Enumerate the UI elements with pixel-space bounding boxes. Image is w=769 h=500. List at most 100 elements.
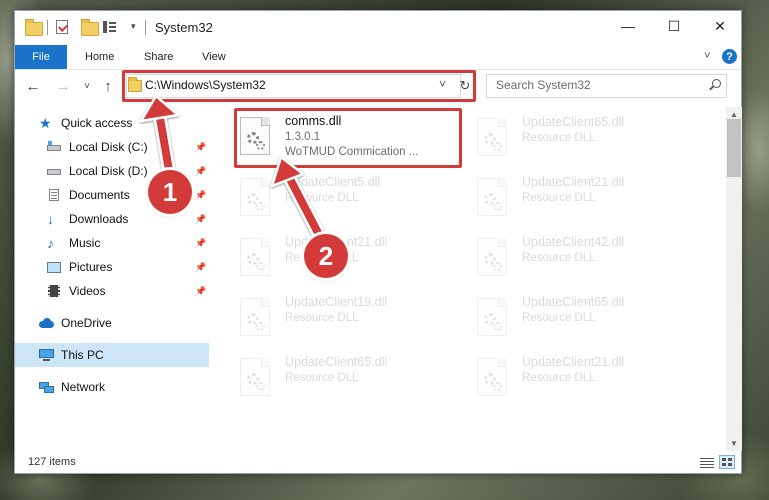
new-folder-icon[interactable] [81, 19, 99, 36]
toolbar-divider [47, 20, 48, 35]
dll-file-icon [477, 238, 507, 276]
file-name: UpdateClient42.dll [522, 235, 625, 249]
recent-locations-button[interactable]: ˅ [77, 75, 97, 97]
highlight-file-tile [234, 108, 462, 168]
sidebar-item-this-pc[interactable]: This PC [39, 344, 104, 366]
pin-icon[interactable]: 📌 [195, 142, 206, 153]
step-badge-1: 1 [148, 170, 192, 214]
file-tile[interactable]: UpdateClient65.dll Resource DLL [473, 292, 698, 348]
sidebar-item-downloads[interactable]: ↓ Downloads [47, 208, 128, 230]
close-button[interactable]: ✕ [697, 11, 743, 41]
scrollbar-thumb[interactable] [727, 119, 741, 177]
file-name: UpdateClient21.dll [522, 355, 625, 369]
pictures-icon [47, 261, 61, 273]
file-tile[interactable]: UpdateClient42.dll Resource DLL [473, 232, 698, 288]
tab-share[interactable]: Share [144, 45, 173, 69]
large-icons-view-icon[interactable] [719, 455, 735, 469]
file-tile[interactable]: UpdateClient5.dll Resource DLL [236, 172, 461, 228]
videos-icon [47, 285, 61, 297]
file-tile[interactable]: UpdateClient21.dll Resource DLL [473, 172, 698, 228]
folder-icon [25, 19, 43, 36]
toolbar-dropdown-icon[interactable]: ▾ [131, 21, 136, 32]
file-description: Resource DLL [522, 372, 596, 384]
drive-icon [47, 141, 61, 153]
file-name: UpdateClient65.dll [285, 355, 388, 369]
highlight-address-bar [122, 70, 476, 102]
file-name: UpdateClient65.dll [522, 115, 625, 129]
status-bar: 127 items [15, 453, 741, 473]
drive-icon [47, 165, 61, 177]
item-count: 127 items [28, 456, 76, 468]
dll-file-icon [477, 298, 507, 336]
sidebar-item-documents[interactable]: Documents [47, 184, 130, 206]
pin-icon[interactable]: 📌 [195, 286, 206, 297]
file-tile[interactable]: UpdateClient65.dll Resource DLL [236, 352, 461, 408]
up-button[interactable]: ↑ [98, 75, 118, 97]
minimize-button[interactable]: — [605, 11, 651, 41]
tab-home[interactable]: Home [85, 45, 114, 69]
file-tile[interactable]: UpdateClient19.dll Resource DLL [236, 292, 461, 348]
tab-file[interactable]: File [15, 45, 67, 69]
file-description: Resource DLL [285, 192, 359, 204]
search-placeholder: Search System32 [496, 78, 591, 92]
dll-file-icon [240, 178, 270, 216]
pin-icon[interactable]: 📌 [195, 262, 206, 273]
file-tile[interactable]: UpdateClient21.dll Resource DLL [236, 232, 461, 288]
properties-icon[interactable] [56, 20, 68, 34]
sidebar-item-videos[interactable]: Videos [47, 280, 105, 302]
sidebar-item-music[interactable]: ♪ Music [47, 232, 100, 254]
scroll-down-arrow-icon[interactable]: ▼ [726, 437, 742, 449]
sidebar-item-quick-access[interactable]: ★ Quick access [39, 112, 132, 134]
file-description: Resource DLL [522, 192, 596, 204]
maximize-button[interactable]: ☐ [651, 11, 697, 41]
documents-icon [47, 189, 61, 201]
pin-icon[interactable]: 📌 [195, 214, 206, 225]
dll-file-icon [477, 118, 507, 156]
back-button[interactable]: ← [23, 75, 43, 97]
file-description: Resource DLL [522, 312, 596, 324]
file-description: Resource DLL [522, 132, 596, 144]
dll-file-icon [240, 298, 270, 336]
star-icon: ★ [39, 115, 52, 131]
sidebar-item-pictures[interactable]: Pictures [47, 256, 112, 278]
sidebar-item-local-disk-d[interactable]: Local Disk (D:) [47, 160, 148, 182]
network-icon [39, 381, 54, 393]
computer-icon [39, 349, 54, 361]
title-bar: ▾ System32 — ☐ ✕ [15, 11, 741, 45]
sidebar-item-network[interactable]: Network [39, 376, 105, 398]
file-description: Resource DLL [285, 372, 359, 384]
file-name: UpdateClient5.dll [285, 175, 381, 189]
pin-icon[interactable]: 📌 [195, 238, 206, 249]
pin-icon[interactable]: 📌 [195, 190, 206, 201]
file-name: UpdateClient21.dll [522, 175, 625, 189]
file-tile[interactable]: UpdateClient21.dll Resource DLL [473, 352, 698, 408]
file-description: Resource DLL [522, 252, 596, 264]
file-name: UpdateClient19.dll [285, 295, 388, 309]
details-view-icon[interactable] [699, 455, 715, 469]
step-badge-2: 2 [304, 234, 348, 278]
ribbon-tabs: File Home Share View ˅ ? [15, 45, 741, 70]
dll-file-icon [240, 238, 270, 276]
tab-view[interactable]: View [202, 45, 226, 69]
navigation-pane: ★ Quick access Local Disk (C:) 📌 Local D… [15, 107, 210, 455]
chevron-down-icon[interactable]: ˅ [704, 50, 710, 62]
download-icon: ↓ [47, 211, 54, 227]
title-divider [145, 20, 146, 35]
file-tile[interactable]: UpdateClient65.dll Resource DLL [473, 112, 698, 168]
customize-toolbar-icon[interactable] [103, 21, 116, 33]
pin-icon[interactable]: 📌 [195, 166, 206, 177]
sidebar-item-onedrive[interactable]: OneDrive [39, 312, 112, 334]
help-icon[interactable]: ? [722, 49, 737, 64]
dll-file-icon [240, 358, 270, 396]
file-name: UpdateClient65.dll [522, 295, 625, 309]
search-icon[interactable] [708, 78, 722, 92]
music-icon: ♪ [47, 235, 54, 251]
forward-button[interactable]: → [53, 75, 73, 97]
file-explorer-window: ▾ System32 — ☐ ✕ File Home Share View ˅ … [14, 10, 742, 474]
file-description: Resource DLL [285, 312, 359, 324]
window-title: System32 [155, 20, 213, 35]
dll-file-icon [477, 358, 507, 396]
cloud-icon [39, 317, 54, 329]
sidebar-item-local-disk-c[interactable]: Local Disk (C:) [47, 136, 148, 158]
dll-file-icon [477, 178, 507, 216]
